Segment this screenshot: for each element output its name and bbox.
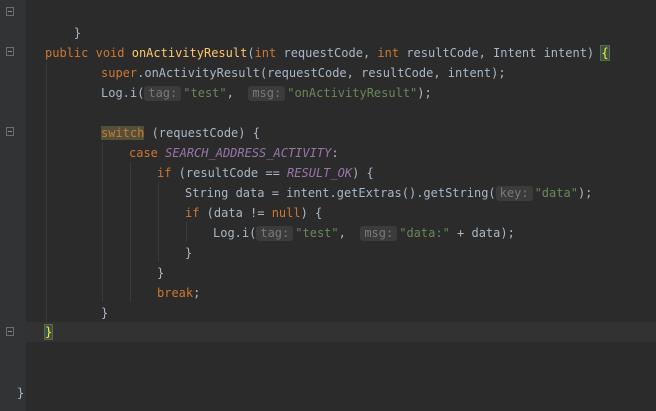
string-literal: "onActivityResult" [287,86,418,100]
code-text: ) { [352,166,374,180]
indent-guide [130,162,131,302]
code-text: Log.i( [101,86,145,100]
code-text: (requestCode) { [144,126,260,140]
fold-icon[interactable] [6,127,14,136]
fold-icon[interactable] [6,47,14,56]
code-line: Log.i(tag: "test", msg: "onActivityResult"… [101,83,432,103]
code-text: Log.i( [213,226,257,240]
code-text: ); [577,186,593,200]
code-line: public void onActivityResult(int request… [45,43,610,63]
method-name: onActivityResult [131,46,248,60]
indent-guide [102,142,103,302]
string-literal: "data:" [399,226,450,240]
code-text: + data); [449,226,515,240]
code-line: Log.i(tag: "test", msg: "data:" + data); [213,223,515,243]
keyword: if [185,206,200,220]
keyword: null [271,206,301,220]
code-text: ; [193,286,201,300]
keyword: if [157,166,172,180]
code-text: requestCode, [276,46,378,60]
code-line: } [101,303,108,323]
keyword: int [254,46,277,60]
constant: SEARCH_ADDRESS_ACTIVITY [165,146,332,160]
code-text: ( [247,46,255,60]
code-line: if (resultCode == RESULT_OK) { [157,163,374,183]
keyword: break [157,286,194,300]
text-cursor [52,325,54,340]
keyword: switch [101,126,145,140]
string-literal: "test" [183,86,227,100]
parameter-hint: tag: [144,86,182,101]
code-text: String data = intent.getExtras().getStri… [185,186,496,200]
code-line: String data = intent.getExtras().getStri… [185,183,592,203]
code-text: : [331,146,339,160]
code-line: case SEARCH_ADDRESS_ACTIVITY: [129,143,339,163]
code-line: } [45,3,81,40]
code-text: } [185,246,193,260]
constant: RESULT_OK [287,166,353,180]
matched-brace: { [600,45,610,61]
parameter-hint: key: [495,186,533,201]
fold-icon[interactable] [6,7,14,16]
parameter-hint: msg: [248,86,286,101]
fold-icon[interactable] [6,327,14,336]
code-text: (data != [199,206,272,220]
code-text: , [226,86,249,100]
code-line: break; [157,283,200,303]
indent-guide [158,182,159,262]
string-literal: "test" [295,226,339,240]
code-text: } [101,306,109,320]
code-text: ); [417,86,432,100]
code-line: super.onActivityResult(requestCode, resu… [101,63,506,83]
code-text: .onActivityResult(requestCode, resultCod… [137,66,506,80]
code-line: switch (requestCode) { [101,123,260,143]
keyword: super [101,66,138,80]
keyword: public [45,46,89,60]
code-text: } [157,266,165,280]
code-line: } [157,263,164,283]
code-text: } [17,386,25,400]
code-text: resultCode, Intent intent) [399,46,602,60]
matched-brace: } [43,324,54,340]
current-line-highlight [26,322,656,342]
code-line: } [185,243,192,263]
code-text: ) { [300,206,323,220]
keyword: void [95,46,125,60]
code-text: } [73,26,82,40]
indent-guide [46,62,47,322]
code-text: , [338,226,361,240]
parameter-hint: tag: [256,226,294,241]
code-line: if (data != null) { [185,203,322,223]
code-line: } [43,322,54,342]
string-literal: "data" [534,186,578,200]
editor-gutter [0,0,26,411]
keyword: case [129,146,158,160]
parameter-hint: msg: [360,226,398,241]
code-line: } [17,383,24,403]
indent-guide [186,222,187,242]
keyword: int [377,46,400,60]
code-text: (resultCode == [171,166,288,180]
